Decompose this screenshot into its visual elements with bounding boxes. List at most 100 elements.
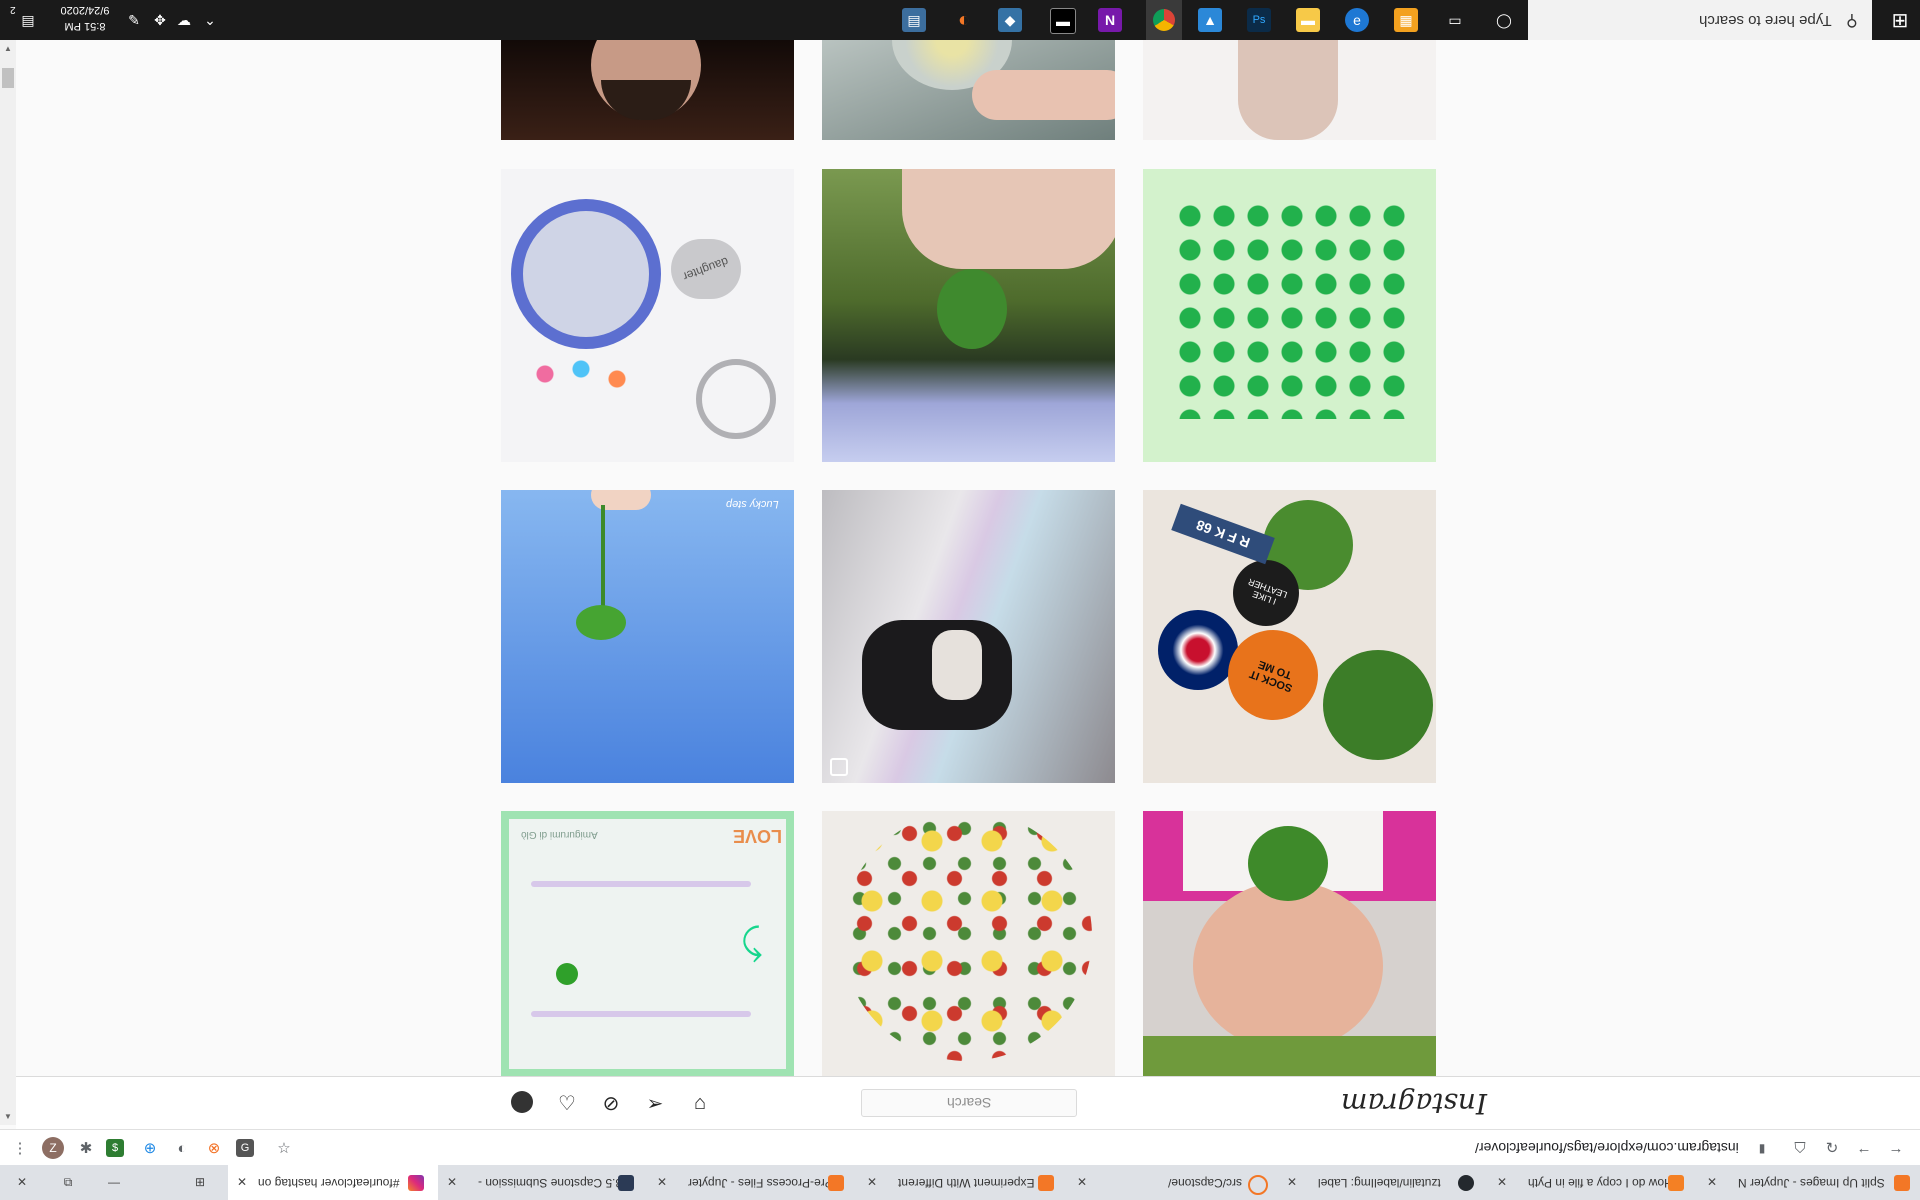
task-view-icon[interactable]: ▭ [1443, 8, 1467, 32]
post-tile-dog-rainbow[interactable] [822, 490, 1115, 783]
arrow-icon: ⤹ [741, 921, 763, 962]
dropbox-icon[interactable]: ✥ [148, 8, 172, 32]
instagram-icon [408, 1175, 424, 1191]
extension-icon[interactable]: ⊗ [202, 1136, 226, 1160]
tab-experiment[interactable]: ✕ Experiment With Different [858, 1165, 1068, 1200]
direct-message-icon[interactable]: ➢ [643, 1091, 667, 1115]
tab-close-icon[interactable]: ✕ [1282, 1165, 1302, 1200]
reload-icon[interactable]: ↻ [1820, 1136, 1844, 1160]
edge-icon[interactable]: e [1345, 8, 1369, 32]
post-tile-buttons-clovers[interactable]: SOCK IT TO ME I LIKE LEATHER R F K 68 [1143, 490, 1436, 783]
instagram-logo[interactable]: Instagram [1341, 1087, 1487, 1120]
pen-icon[interactable]: ✎ [122, 8, 146, 32]
clover-icon [556, 963, 578, 985]
avatar[interactable]: Z [42, 1137, 64, 1159]
cloud-icon[interactable]: ☁ [172, 8, 196, 32]
post-tile-green-clover-pattern[interactable] [1143, 169, 1436, 462]
extension-icon[interactable]: ⊕ [138, 1136, 162, 1160]
arm-shape [1238, 40, 1338, 140]
windows-start-button[interactable]: ⊞ [1880, 0, 1920, 40]
jupyter-icon[interactable]: ◐ [952, 8, 976, 32]
tab-close-icon[interactable]: ✕ [232, 1165, 252, 1200]
tab-close-icon[interactable]: ✕ [442, 1165, 462, 1200]
scroll-down-arrow-icon[interactable]: ▼ [3, 1112, 13, 1121]
home-icon[interactable]: ⌂ [688, 1091, 712, 1115]
instagram-search-input[interactable]: Search [861, 1089, 1077, 1117]
cortana-icon[interactable]: ◯ [1492, 8, 1516, 32]
tab-instagram[interactable]: ✕ #fourleafclover hashtag on [228, 1165, 438, 1200]
extension-icon[interactable]: G [236, 1139, 254, 1157]
file-explorer-icon[interactable]: ▬ [1296, 8, 1320, 32]
clover-icon [937, 269, 1007, 349]
scrollbar-thumb[interactable] [2, 68, 14, 88]
taskbar-search-box[interactable]: Type here to search ⚲ [1528, 0, 1872, 40]
photos-icon[interactable]: ▲ [1198, 8, 1222, 32]
tab-search-icon[interactable]: ⊞ [190, 1165, 210, 1200]
tab-close-icon[interactable]: ✕ [1072, 1165, 1092, 1200]
window-minimize-icon[interactable]: — [104, 1165, 124, 1200]
menu-kebab-icon[interactable]: ⋮ [8, 1136, 32, 1160]
tab-close-icon[interactable]: ✕ [652, 1165, 672, 1200]
bracelet-chain [531, 881, 751, 887]
explore-icon[interactable]: ⊘ [599, 1091, 623, 1115]
vertical-scrollbar[interactable]: ▲ ▼ [0, 40, 16, 1125]
windows-store-icon[interactable]: ▦ [1394, 8, 1418, 32]
bracelet-tag: LOVE [733, 826, 783, 846]
tab-close-icon[interactable]: ✕ [1702, 1165, 1722, 1200]
puzzle-icon[interactable]: ✱ [74, 1136, 98, 1160]
window-restore-icon[interactable]: ⧉ [58, 1165, 78, 1200]
finger-shape [972, 70, 1115, 120]
python-icon[interactable]: ◆ [998, 8, 1022, 32]
jupyter-icon [1894, 1175, 1910, 1191]
post-tile-arm[interactable] [1143, 40, 1436, 140]
extension-icon[interactable]: ◐ [170, 1136, 194, 1160]
tab-label: 3.5 Capstone Submission - [478, 1176, 623, 1190]
taskbar-time: 8:51 PM [64, 20, 106, 32]
forward-arrow-icon[interactable]: ← [1852, 1136, 1876, 1160]
tab-split-up-images[interactable]: ✕ Split Up Images - Jupyter N [1698, 1165, 1920, 1200]
post-tile-clover-in-glass[interactable] [822, 40, 1115, 140]
keyring-shape [696, 359, 776, 439]
dog-white-patch [932, 630, 982, 700]
terminal-icon[interactable]: ▬ [1050, 8, 1076, 34]
tab-pre-process-files[interactable]: ✕ Pre-Process Files - Jupyter [648, 1165, 858, 1200]
photoshop-icon[interactable]: Ps [1247, 8, 1271, 32]
taskbar-clock[interactable]: 8:51 PM 9/24/2020 [55, 2, 115, 34]
tab-capstone-submission[interactable]: ✕ 3.5 Capstone Submission - [438, 1165, 648, 1200]
post-tile-clover-blue-sky[interactable]: Lucky step [501, 490, 794, 783]
license-plate: R F K 68 [1171, 503, 1275, 565]
tab-labelimg[interactable]: ✕ tzutalin/labelImg: Label [1278, 1165, 1488, 1200]
url-text[interactable]: instagram.com/explore/tags/fourleafclove… [1475, 1130, 1739, 1166]
tab-close-icon[interactable]: ✕ [1492, 1165, 1512, 1200]
chrome-icon[interactable] [1146, 0, 1182, 40]
tab-label: How do I copy a file in Pyth [1528, 1176, 1673, 1190]
leather-button-text: I LIKE LEATHER [1246, 576, 1289, 607]
bookmark-star-icon[interactable]: ☆ [272, 1136, 296, 1160]
scroll-up-arrow-icon[interactable]: ▲ [3, 44, 13, 53]
tab-close-icon[interactable]: ✕ [862, 1165, 882, 1200]
clover-pattern [1173, 199, 1413, 419]
beard-shape [601, 80, 691, 120]
shield-icon[interactable]: ⛉ [1788, 1136, 1812, 1160]
post-tile-bracelets[interactable]: LOVE Amigurumi di Glò ⤹ [501, 811, 794, 1076]
tab-src-capstone[interactable]: ✕ src/Capstone/ [1068, 1165, 1278, 1200]
heart-icon[interactable]: ♡ [555, 1091, 579, 1115]
post-tile-hand-clover-field[interactable] [822, 169, 1115, 462]
jupyter-icon [1248, 1175, 1268, 1195]
github-icon [1458, 1175, 1474, 1191]
back-arrow-icon[interactable]: → [1884, 1136, 1908, 1160]
task-manager-icon[interactable]: ▤ [902, 8, 926, 32]
extension-icon[interactable]: $ [106, 1139, 124, 1157]
post-tile-pressed-flower-pendants[interactable] [822, 811, 1115, 1076]
window-close-icon[interactable]: ✕ [12, 1165, 32, 1200]
post-tile-locket[interactable]: daughter [501, 169, 794, 462]
tab-copy-file-python[interactable]: ✕ How do I copy a file in Pyth [1488, 1165, 1698, 1200]
post-tile-child-clover[interactable] [1143, 811, 1436, 1076]
post-tile-bearded-man[interactable] [501, 40, 794, 140]
chevron-up-icon[interactable]: ⌄ [198, 8, 222, 32]
onenote-icon[interactable]: N [1098, 8, 1122, 32]
charm-beads [521, 349, 641, 399]
notification-icon[interactable]: ▤ 2 [10, 4, 40, 32]
locket-ring [511, 199, 661, 349]
avatar[interactable] [511, 1091, 533, 1113]
